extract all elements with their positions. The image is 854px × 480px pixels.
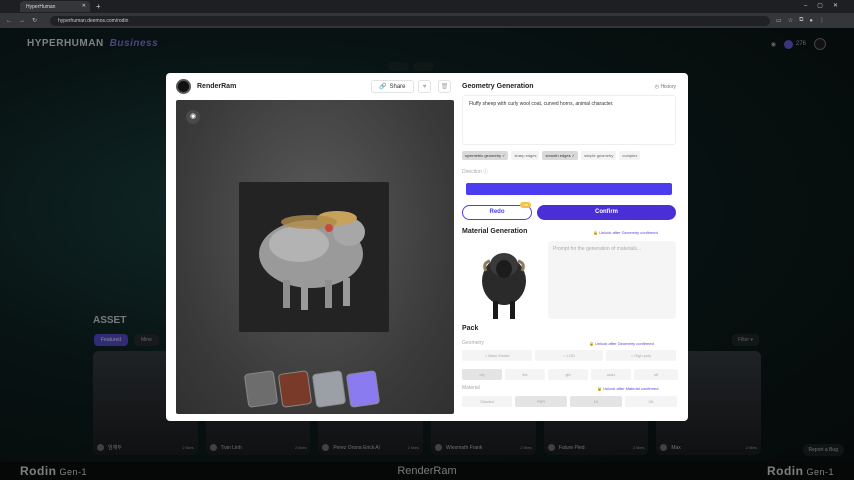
option-base-model-label: Base Model — [488, 350, 510, 361]
sheep-model-render — [239, 182, 389, 332]
option-high-poly[interactable]: ○ High-poly — [606, 350, 676, 361]
tab-title: HyperHuman — [26, 4, 56, 10]
variant-thumb-3[interactable] — [311, 370, 347, 408]
confirm-label: Confirm — [595, 209, 618, 215]
new-tab-icon[interactable]: + — [96, 2, 101, 11]
chip-complex[interactable]: complex — [619, 151, 641, 160]
chip-simple-geometry[interactable]: simple geometry — [581, 151, 617, 160]
model-viewer[interactable]: ◉ — [176, 100, 454, 414]
trash-icon: 🗑 — [440, 84, 449, 90]
browser-tabbar: HyperHuman ✕ + –▢✕ — [0, 0, 854, 13]
heart-icon: ♥ — [422, 84, 427, 90]
like-button[interactable]: ♥ — [418, 80, 431, 93]
share-button[interactable]: 🔗 Share — [371, 80, 414, 93]
lock-icon: 🔒 — [593, 230, 598, 235]
owner-header: RenderRam — [176, 79, 236, 94]
option-high-poly-label: High-poly — [634, 350, 652, 361]
pack-geometry-lock-text: Unlock after Geometry confirmed — [595, 341, 654, 346]
url-field[interactable]: hyperhuman.deemos.com/rodin — [50, 15, 771, 26]
eye-icon[interactable]: ◉ — [186, 110, 200, 124]
redo-label: Redo — [489, 209, 505, 215]
format-fbx[interactable]: fbx — [505, 369, 545, 380]
pack-geometry-lock: 🔒 Unlock after Geometry confirmed — [589, 341, 654, 346]
geometry-prompt-text: Fluffy sheep with curly wool coat, curve… — [469, 101, 614, 107]
pack-material-label: Material — [462, 385, 480, 391]
generation-panel: Geometry Generation ◷ History Fluffy she… — [462, 73, 680, 421]
option-lod[interactable]: ○ LOD — [535, 350, 603, 361]
bookmark-icon[interactable]: ☆ — [788, 17, 793, 24]
pack-geometry-label: Geometry — [462, 340, 484, 346]
material-lock-text: Unlock after Geometry confirmed — [599, 230, 658, 235]
material-pbr[interactable]: PBR — [515, 396, 567, 407]
browser-tab[interactable]: HyperHuman ✕ — [20, 1, 90, 12]
direction-label: Direction ⓘ — [462, 169, 489, 175]
material-options: Shaded PBR 1K 4K — [462, 396, 677, 407]
material-title: Material Generation — [462, 228, 528, 235]
variant-thumb-2[interactable] — [277, 370, 313, 408]
url-text: hyperhuman.deemos.com/rodin — [58, 17, 129, 24]
window-controls[interactable]: –▢✕ — [804, 2, 848, 9]
forward-icon[interactable]: → — [19, 18, 25, 24]
material-preview — [474, 243, 534, 323]
format-options: obj fbx glb usdz stl — [462, 369, 678, 380]
extensions-icon[interactable]: ⧉ — [799, 17, 803, 24]
geometry-options: ○ Base Model ○ LOD ○ High-poly — [462, 350, 676, 361]
format-stl[interactable]: stl — [634, 369, 678, 380]
direction-bar[interactable] — [466, 183, 672, 195]
format-obj[interactable]: obj — [462, 369, 502, 380]
variant-thumb-1[interactable] — [243, 370, 279, 408]
material-prompt-placeholder: Prompt for the generation of materials..… — [553, 246, 642, 252]
pack-title: Pack — [462, 325, 479, 332]
geometry-title: Geometry Generation — [462, 83, 534, 90]
reload-icon[interactable]: ↻ — [32, 17, 37, 24]
link-icon: 🔗 — [379, 84, 387, 90]
pack-material-lock: 🔒 Unlock after Material confirmed — [597, 386, 658, 391]
lock-icon: 🔒 — [589, 341, 594, 346]
black-sheep-image — [482, 253, 526, 319]
chip-sharp-edges[interactable]: sharp edges — [511, 151, 540, 160]
material-lock: 🔒 Unlock after Geometry confirmed — [593, 230, 658, 235]
share-label: Share — [389, 83, 406, 90]
history-label: History — [660, 84, 676, 90]
option-base-model[interactable]: ○ Base Model — [462, 350, 532, 361]
variant-thumb-4[interactable] — [345, 370, 381, 408]
address-bar: ← → ↻ hyperhuman.deemos.com/rodin ▭ ☆ ⧉ … — [0, 13, 854, 28]
chip-symmetric-geometry[interactable]: symmetric geometry ✓ — [462, 151, 509, 160]
cast-icon[interactable]: ▭ — [776, 17, 782, 24]
texture-4k[interactable]: 4K — [625, 396, 677, 407]
redo-cost-badge: +50 — [520, 202, 532, 208]
delete-button[interactable]: 🗑 — [438, 80, 451, 93]
geometry-prompt-input[interactable]: Fluffy sheep with curly wool coat, curve… — [462, 95, 676, 145]
material-prompt-input[interactable]: Prompt for the generation of materials..… — [548, 241, 676, 319]
model-preview[interactable] — [239, 182, 389, 332]
owner-name: RenderRam — [197, 83, 237, 90]
format-usdz[interactable]: usdz — [591, 369, 631, 380]
history-button[interactable]: ◷ History — [655, 84, 676, 90]
back-icon[interactable]: ← — [6, 18, 12, 24]
texture-1k[interactable]: 1K — [570, 396, 622, 407]
pack-material-lock-text: Unlock after Material confirmed — [603, 386, 659, 391]
profile-icon[interactable]: ● — [809, 18, 813, 24]
generation-modal: RenderRam 🔗 Share ♥ 🗑 ◉ Geometry Generat… — [166, 73, 688, 421]
format-glb[interactable]: glb — [548, 369, 588, 380]
clock-icon: ◷ — [654, 84, 660, 90]
close-tab-icon[interactable]: ✕ — [82, 3, 86, 9]
owner-avatar — [176, 79, 191, 94]
variant-thumbnails — [243, 370, 381, 408]
lock-icon: 🔒 — [597, 386, 602, 391]
option-lod-label: LOD — [566, 350, 575, 361]
menu-icon[interactable]: ⋮ — [819, 17, 825, 24]
confirm-button[interactable]: Confirm — [537, 205, 676, 220]
geometry-chips: symmetric geometry ✓ sharp edges smooth … — [462, 151, 641, 160]
chip-smooth-edges[interactable]: smooth edges ✓ — [542, 151, 579, 160]
material-shaded[interactable]: Shaded — [462, 396, 512, 407]
